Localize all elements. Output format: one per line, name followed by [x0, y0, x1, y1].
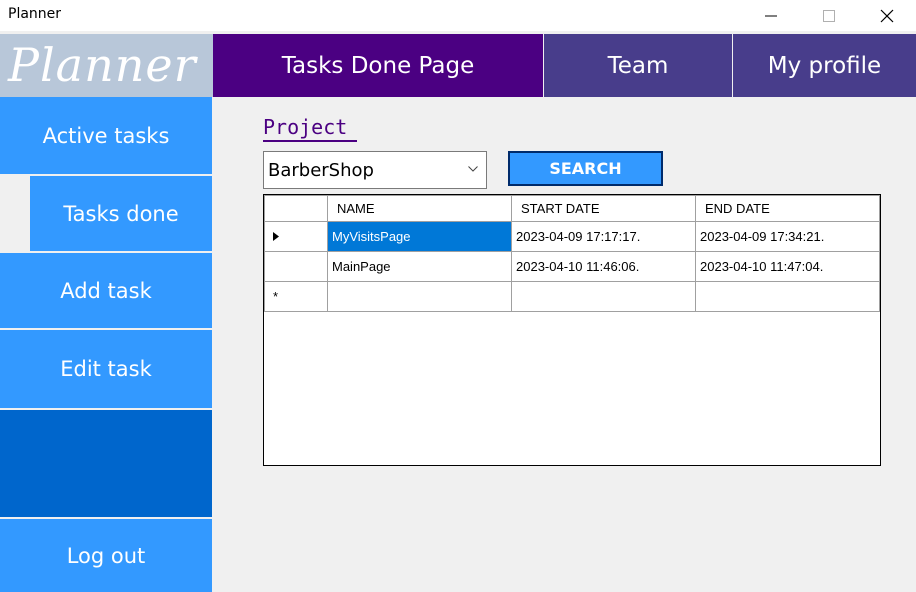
sidebar-item-tasks-done[interactable]: Tasks done: [30, 176, 212, 251]
row-header[interactable]: [264, 251, 328, 282]
tasks-grid[interactable]: NAME START DATE END DATE MyVisitsPage 20…: [263, 194, 881, 466]
table-row[interactable]: MyVisitsPage 2023-04-09 17:17:17. 2023-0…: [264, 221, 880, 252]
table-row[interactable]: MainPage 2023-04-10 11:46:06. 2023-04-10…: [264, 251, 880, 282]
project-label: Project: [263, 114, 358, 142]
sidebar-item-active-tasks[interactable]: Active tasks: [0, 97, 212, 174]
new-row-marker: *: [273, 289, 279, 304]
current-row-arrow-icon: [273, 232, 279, 241]
minimize-button[interactable]: [748, 0, 794, 31]
tasks-table: NAME START DATE END DATE MyVisitsPage 20…: [264, 195, 880, 312]
chevron-down-icon: [468, 166, 478, 172]
close-icon: [880, 9, 894, 22]
app-logo: Planner: [0, 34, 213, 97]
cell-end-date[interactable]: 2023-04-09 17:34:21.: [695, 221, 880, 252]
cell-name[interactable]: MyVisitsPage: [327, 221, 512, 252]
table-new-row[interactable]: *: [264, 281, 880, 312]
sidebar-item-add-task[interactable]: Add task: [0, 253, 212, 328]
cell-start-date[interactable]: 2023-04-10 11:46:06.: [511, 251, 696, 282]
minimize-icon: [765, 15, 777, 16]
sidebar-item-log-out[interactable]: Log out: [0, 519, 212, 592]
planner-window: Planner Planner Tasks Done Page Team My …: [0, 0, 916, 592]
table-header-row: NAME START DATE END DATE: [264, 195, 880, 222]
sidebar-item-edit-task[interactable]: Edit task: [0, 330, 212, 408]
new-row-header[interactable]: *: [264, 281, 328, 312]
column-header-name[interactable]: NAME: [327, 195, 512, 222]
search-button[interactable]: SEARCH: [508, 151, 663, 186]
close-button[interactable]: [864, 0, 910, 31]
nav-my-profile[interactable]: My profile: [733, 34, 916, 97]
cell-start-date[interactable]: 2023-04-09 17:17:17.: [511, 221, 696, 252]
column-header-end-date[interactable]: END DATE: [695, 195, 880, 222]
sidebar-item-blank[interactable]: [0, 410, 212, 517]
row-header-corner: [264, 195, 328, 222]
row-header[interactable]: [264, 221, 328, 252]
cell-end-date[interactable]: [695, 281, 880, 312]
cell-name[interactable]: [327, 281, 512, 312]
cell-start-date[interactable]: [511, 281, 696, 312]
project-select[interactable]: BarberShop: [263, 151, 487, 189]
project-select-value: BarberShop: [268, 159, 374, 181]
window-title: Planner: [8, 6, 62, 22]
nav-team[interactable]: Team: [544, 34, 732, 97]
nav-tasks-done-page[interactable]: Tasks Done Page: [213, 34, 543, 97]
title-bar: Planner: [0, 0, 916, 31]
maximize-icon: [823, 9, 835, 22]
cell-name[interactable]: MainPage: [327, 251, 512, 282]
maximize-button[interactable]: [806, 0, 852, 31]
column-header-start-date[interactable]: START DATE: [511, 195, 696, 222]
cell-end-date[interactable]: 2023-04-10 11:47:04.: [695, 251, 880, 282]
